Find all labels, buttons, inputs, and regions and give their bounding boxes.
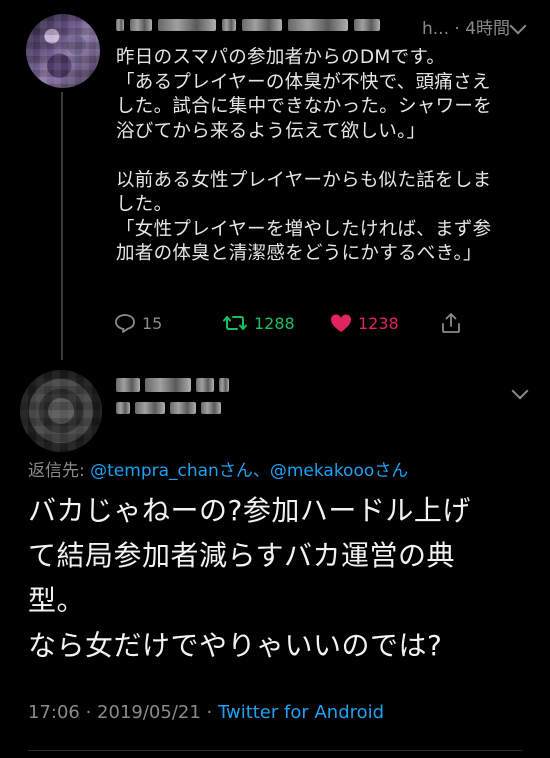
blurred-name-row bbox=[116, 378, 229, 392]
tweet-body-line: 「あるプレイヤーの体臭が不快で、頭痛さえ bbox=[116, 71, 491, 93]
avatar[interactable] bbox=[20, 370, 102, 452]
display-name-blurred bbox=[116, 378, 229, 414]
blurred-text bbox=[116, 19, 124, 31]
heart-icon bbox=[330, 313, 352, 333]
like-count: 1238 bbox=[358, 313, 399, 333]
source-app-link[interactable]: Twitter for Android bbox=[218, 702, 384, 723]
tweet-body-line: した。 bbox=[116, 194, 173, 215]
tweet-body: 昨日のスマパの参加者からのDMです。 「あるプレイヤーの体臭が不快で、頭痛さえ … bbox=[116, 46, 536, 267]
reply-icon bbox=[114, 313, 136, 333]
tweet-body-line: 「女性プレイヤーを増やしたければ、まず参 bbox=[116, 218, 492, 240]
reply-to-line: 返信先: @tempra_chanさん、@mekakoooさん bbox=[28, 456, 408, 481]
timestamp[interactable]: 17:06 · 2019/05/21 · bbox=[28, 702, 218, 723]
reply-button[interactable]: 15 bbox=[114, 310, 162, 336]
reply-count: 15 bbox=[142, 313, 163, 333]
tweet-body: バカじゃねーの?参加ハードル上げ て結局参加者減らすバカ運営の典 型。 なら女だ… bbox=[28, 488, 538, 668]
blurred-text bbox=[201, 402, 221, 414]
tweet-body-line: 浴びてから来るよう伝えて欲しい。」 bbox=[116, 120, 426, 142]
blurred-text bbox=[130, 19, 152, 31]
like-button[interactable]: 1238 bbox=[330, 310, 399, 336]
tweet-reply-focused[interactable]: 返信先: @tempra_chanさん、@mekakoooさん バカじゃねーの?… bbox=[0, 360, 550, 758]
blurred-text bbox=[170, 402, 196, 414]
blurred-text bbox=[145, 378, 191, 392]
tweet-body-line: 加者の体臭と清潔感をどうにかするべき。」 bbox=[116, 243, 482, 264]
blurred-text bbox=[158, 19, 216, 31]
blurred-handle-row bbox=[116, 402, 229, 414]
retweet-icon bbox=[222, 313, 248, 333]
chevron-down-icon[interactable] bbox=[509, 17, 527, 35]
retweet-button[interactable]: 1288 bbox=[222, 310, 295, 336]
blurred-text bbox=[242, 19, 282, 31]
reply-to-label: 返信先: bbox=[28, 461, 91, 481]
blurred-text bbox=[116, 402, 130, 414]
tweet-body-line: 以前ある女性プレイヤーからも似た話をしま bbox=[116, 169, 492, 191]
tweet-actions: 15 1288 1238 bbox=[0, 310, 550, 340]
tweet-body-line: 昨日のスマパの参加者からのDMです。 bbox=[116, 47, 446, 68]
blurred-text bbox=[219, 378, 229, 392]
retweet-count: 1288 bbox=[254, 313, 295, 333]
display-name-blurred bbox=[116, 15, 380, 35]
blurred-text bbox=[222, 19, 236, 31]
blurred-text bbox=[116, 378, 140, 392]
divider bbox=[28, 750, 522, 751]
tweet-body-line: 型。 bbox=[28, 584, 86, 617]
reply-to-handles-link[interactable]: @tempra_chanさん、@mekakoooさん bbox=[90, 461, 408, 481]
blurred-text bbox=[288, 19, 348, 31]
tweet-body-line: した。試合に集中できなかった。シャワーを bbox=[116, 96, 493, 117]
handle-and-time[interactable]: h... · 4時間 bbox=[422, 14, 510, 39]
blurred-text bbox=[354, 19, 380, 31]
share-button[interactable] bbox=[440, 310, 462, 336]
tweet-meta: 17:06 · 2019/05/21 · Twitter for Android bbox=[28, 702, 384, 723]
avatar[interactable] bbox=[26, 14, 100, 88]
chevron-down-icon[interactable] bbox=[511, 382, 529, 400]
tweet-original[interactable]: h... · 4時間 昨日のスマパの参加者からのDMです。 「あるプレイヤーの体… bbox=[0, 0, 550, 360]
blurred-text bbox=[196, 378, 214, 392]
blurred-text bbox=[135, 402, 165, 414]
tweet-body-line: バカじゃねーの?参加ハードル上げ bbox=[28, 494, 471, 527]
tweet-body-line: なら女だけでやりゃいいのでは? bbox=[28, 629, 443, 662]
share-icon bbox=[440, 312, 462, 334]
tweet-body-line: て結局参加者減らすバカ運営の典 bbox=[28, 539, 455, 572]
